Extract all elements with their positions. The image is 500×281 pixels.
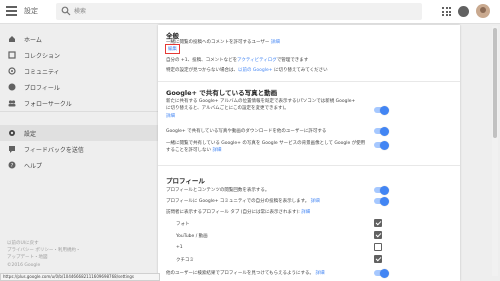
home-icon (9, 36, 15, 42)
community-icon (8, 67, 16, 75)
sidebar-item-settings[interactable]: 設定 (0, 125, 158, 141)
location-toggle[interactable] (374, 105, 389, 115)
sidebar-item-community[interactable]: コミュニティ (0, 63, 158, 79)
collection-icon (8, 51, 16, 59)
apps-grid-icon[interactable] (442, 7, 451, 16)
profile-views-toggle[interactable] (374, 185, 389, 195)
page-title: 設定 (24, 7, 38, 15)
background-image-toggle[interactable] (374, 140, 389, 150)
gear-icon (9, 130, 15, 136)
activity-log-text: 自分の +1、投稿、コメントなどをアクティビティログで管理できます (166, 58, 309, 63)
comment-permission-text: 一緒に閲覧の投稿へのコメントを許可するユーザー 詳細 (166, 40, 280, 45)
detail-link[interactable]: 詳細 (315, 271, 324, 276)
tab-option-label: フォト (176, 222, 190, 227)
search-discovery-toggle[interactable] (374, 268, 389, 278)
sidebar-item-label: プロフィール (24, 85, 60, 92)
detail-link[interactable]: 詳細 (166, 114, 175, 119)
footer-links[interactable]: プライバシー ポリシー・利用規約・ (7, 247, 80, 253)
sidebar-item-label: コレクション (24, 53, 61, 60)
avatar[interactable] (476, 4, 490, 18)
legacy-ui-link[interactable]: 以前のUIに戻す (7, 240, 39, 246)
edit-link[interactable]: 編集 (165, 44, 180, 54)
search-input[interactable]: 検索 (56, 3, 422, 20)
section-title-photos: Google+ で共有している写真と動画 (166, 89, 278, 97)
old-settings-text: 特定の設定が見つからない場合は、以前の Google+ に切り替えてみてください (166, 68, 328, 73)
settings-card: 全般 一緒に閲覧の投稿へのコメントを許可するユーザー 詳細 編集 自分の +1、… (158, 25, 460, 281)
sidebar-item-label: 設定 (24, 131, 37, 138)
search-discovery-text: 他のユーザーに検索結果でプロフィールを見つけてもらえるようにする。 詳細 (166, 271, 325, 276)
download-toggle[interactable] (374, 126, 389, 136)
menu-icon[interactable] (6, 6, 17, 17)
circles-icon (8, 100, 16, 107)
status-bar-url: https://plus.google.com/u/0/b/1044666821… (0, 273, 160, 281)
sidebar-item-label: フォローサークル (24, 101, 72, 108)
tab-option-label: クチコミ (176, 258, 194, 263)
section-divider (158, 165, 460, 166)
photos-tab-checkbox[interactable] (374, 219, 382, 227)
community-posts-text: プロフィールに Google+ コミュニティでの自分の投稿を表示します。 詳細 (166, 199, 320, 204)
notifications-icon[interactable] (458, 6, 469, 17)
detail-link[interactable]: 詳細 (311, 199, 320, 204)
detail-link[interactable]: 詳細 (212, 148, 221, 153)
location-setting-text: 新たに共有する Google+ アルバムの位置情報を既定で表示する(パソコンでは… (166, 99, 356, 104)
copyright: ©2016 Google (7, 263, 41, 268)
profile-tabs-text: 訪問者に表示するプロフィール タブ (自分には常に表示されます): 詳細 (166, 210, 311, 215)
location-setting-text-2: に切り替えると、アルバムごとにこの設定を変更できます)。 (166, 106, 289, 111)
sidebar-item-following-circles[interactable]: フォローサークル (0, 95, 158, 111)
sidebar-item-label: コミュニティ (24, 69, 60, 76)
profile-icon (8, 83, 16, 91)
old-google-plus-link[interactable]: 以前の Google+ (238, 68, 273, 73)
footer-links[interactable]: アップデート・地図 (7, 254, 48, 260)
search-icon (61, 6, 71, 16)
sidebar-item-label: フィードバックを送信 (24, 147, 84, 154)
sidebar-item-profile[interactable]: プロフィール (0, 79, 158, 95)
sidebar: ホーム コレクション コミュニティ プロフィール フォローサークル 設定 フィー… (0, 25, 158, 281)
location-detail-row: 詳細 (166, 113, 175, 119)
help-icon: ? (8, 161, 16, 169)
plus1-tab-checkbox[interactable] (374, 243, 382, 251)
scrollbar-thumb[interactable] (493, 28, 497, 138)
svg-text:?: ? (11, 163, 14, 169)
sidebar-item-home[interactable]: ホーム (0, 31, 158, 47)
background-image-text-2: することを許可しない 詳細 (166, 148, 222, 153)
sidebar-item-feedback[interactable]: フィードバックを送信 (0, 141, 158, 157)
sidebar-item-help[interactable]: ? ヘルプ (0, 157, 158, 173)
sidebar-divider (0, 111, 158, 112)
section-title-profile: プロフィール (166, 177, 205, 185)
search-placeholder: 検索 (74, 8, 87, 15)
youtube-tab-checkbox[interactable] (374, 231, 382, 239)
feedback-icon (9, 146, 15, 153)
sidebar-item-label: ホーム (24, 37, 42, 44)
reviews-tab-checkbox[interactable] (374, 255, 382, 263)
community-posts-toggle[interactable] (374, 196, 389, 206)
sidebar-item-collections[interactable]: コレクション (0, 47, 158, 63)
activity-log-link[interactable]: アクティビティログ (237, 58, 277, 63)
profile-views-text: プロフィールとコンテンツの閲覧回数を表示する。 (166, 188, 270, 193)
top-bar: 設定 検索 (0, 0, 500, 24)
detail-link[interactable]: 詳細 (271, 40, 280, 45)
tab-option-label: YouTube / 動画 (176, 234, 208, 239)
section-divider (158, 81, 460, 82)
detail-link[interactable]: 詳細 (301, 210, 310, 215)
background-image-text: 一緒に閲覧で共有している Google+ の写真を Google サービスの背景… (166, 141, 366, 146)
download-permission-text: Google+ で共有している写真や動画のダウンロードを他のユーザーに許可する (166, 129, 327, 134)
scrollbar[interactable] (492, 26, 498, 276)
sidebar-item-label: ヘルプ (24, 163, 43, 170)
tab-option-label: +1 (176, 245, 183, 250)
